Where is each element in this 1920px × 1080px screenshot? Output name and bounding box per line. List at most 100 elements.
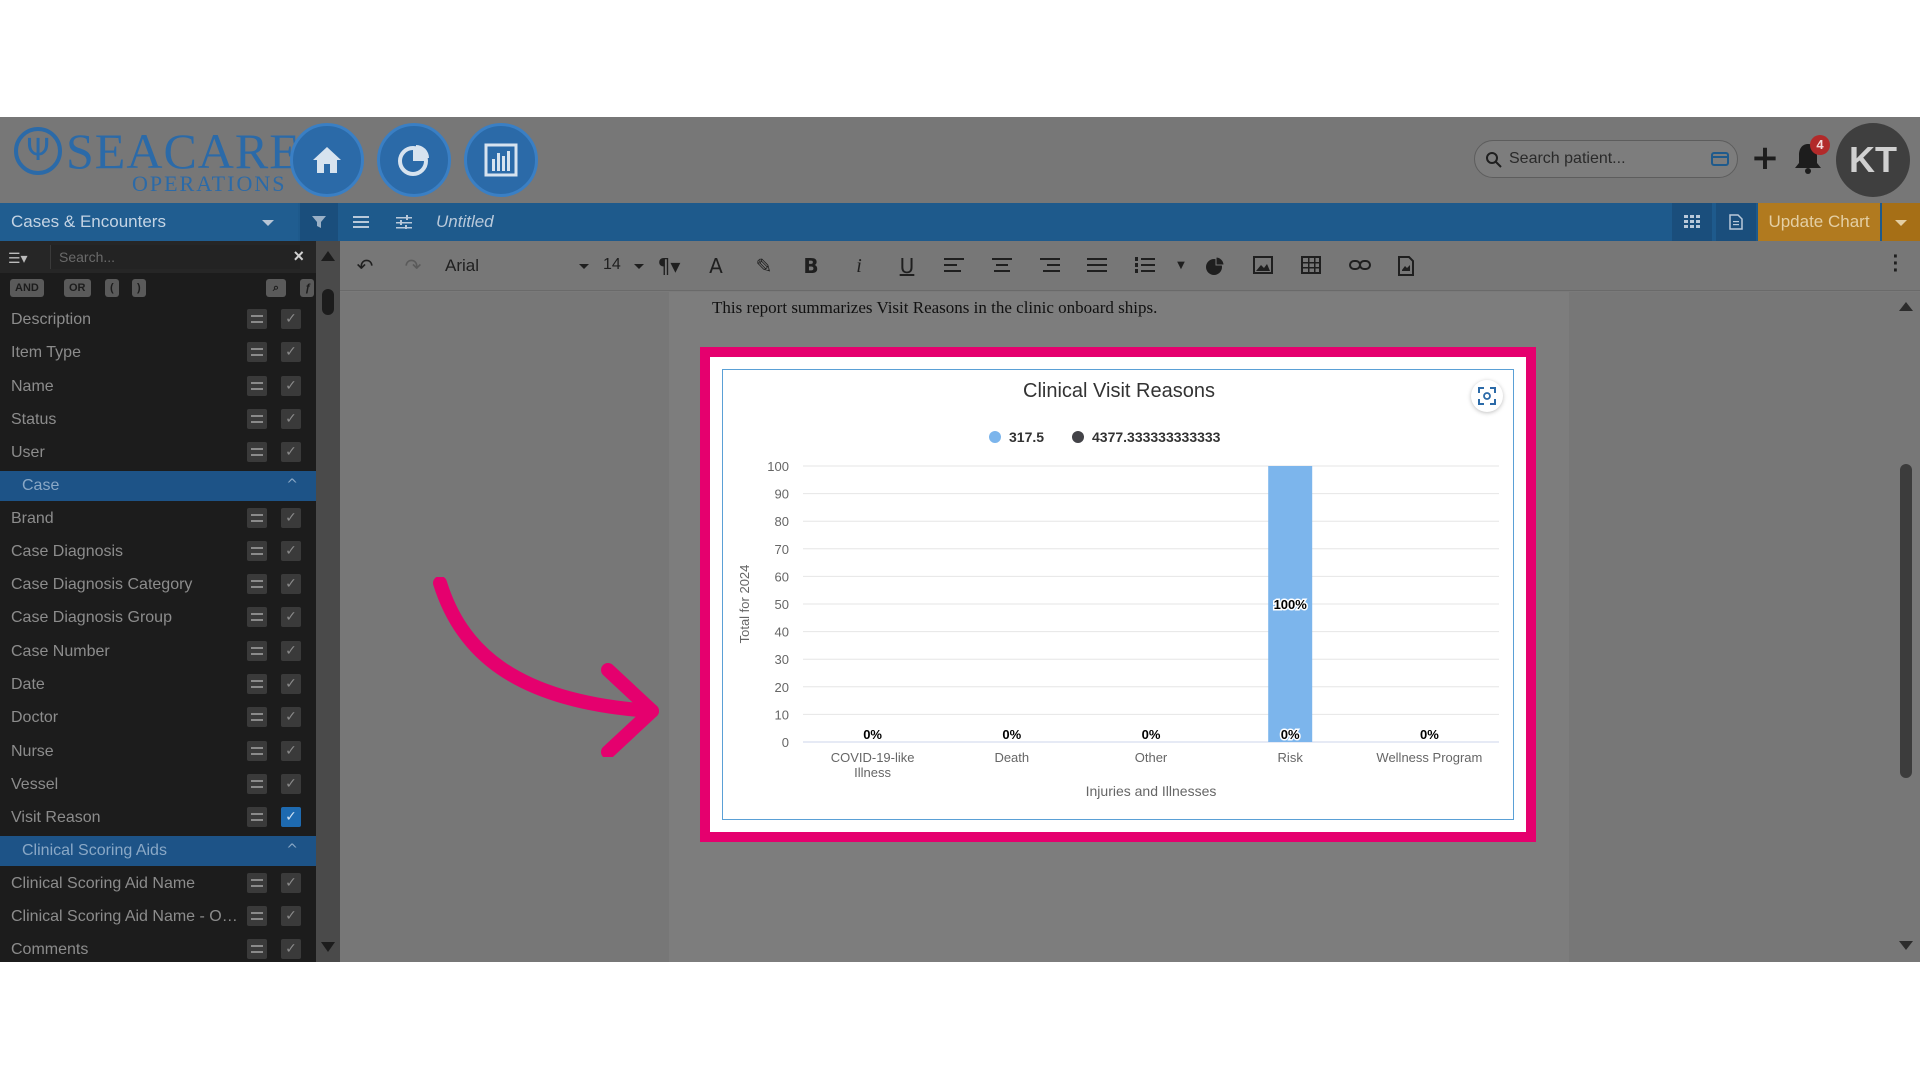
field-checkbox[interactable]: ✓ — [281, 640, 301, 661]
field-options-icon[interactable] — [247, 342, 267, 363]
align-justify-icon[interactable] — [1084, 254, 1110, 278]
dashboard-button[interactable] — [377, 123, 451, 197]
scroll-down-icon[interactable] — [1899, 941, 1913, 950]
table-icon[interactable] — [1298, 254, 1324, 278]
formula-icon[interactable]: ƒ — [300, 279, 314, 297]
and-operator[interactable]: AND — [10, 279, 44, 297]
sidebar-field-row[interactable]: Date ✓ — [0, 668, 316, 701]
field-options-icon[interactable] — [247, 540, 267, 561]
font-family-select[interactable]: Arial — [445, 256, 479, 276]
field-options-icon[interactable] — [247, 408, 267, 429]
field-options-icon[interactable] — [247, 707, 267, 728]
chart-insert-icon[interactable] — [1202, 254, 1228, 278]
chart-container[interactable]: Clinical Visit Reasons 317.5 4377.33333333… — [722, 369, 1514, 820]
field-checkbox[interactable]: ✓ — [281, 872, 301, 893]
sidebar-field-row[interactable]: Nurse ✓ — [0, 735, 316, 768]
align-left-icon[interactable] — [941, 254, 967, 278]
field-options-icon[interactable] — [247, 607, 267, 628]
menu-icon[interactable]: ☰▾ — [8, 250, 28, 267]
patient-search[interactable] — [1474, 140, 1738, 178]
chart-fullscreen-button[interactable] — [1471, 380, 1503, 412]
field-options-icon[interactable] — [247, 309, 267, 329]
sidebar-field-row[interactable]: Vessel ✓ — [0, 768, 316, 801]
update-chart-dropdown[interactable] — [1882, 203, 1920, 241]
field-checkbox[interactable]: ✓ — [281, 707, 301, 728]
document-title[interactable]: Untitled — [436, 203, 494, 241]
scroll-up-icon[interactable] — [321, 251, 335, 261]
undo-icon[interactable]: ↶ — [352, 254, 378, 278]
sidebar-field-row[interactable]: Case Diagnosis Category ✓ — [0, 568, 316, 601]
sidebar-field-row[interactable]: Doctor ✓ — [0, 701, 316, 734]
sidebar-group-header[interactable]: Case ^ — [0, 470, 316, 501]
seacare-logo[interactable]: Ψ SEACARE OPERATIONS — [14, 125, 300, 196]
search-icon[interactable]: ⌕ — [266, 279, 286, 297]
field-checkbox[interactable]: ✓ — [281, 939, 301, 960]
sidebar-field-row[interactable]: Item Type ✓ — [0, 336, 316, 369]
sidebar-field-row[interactable]: Clinical Scoring Aid Name - Ot... ✓ — [0, 900, 316, 933]
scrollbar-thumb[interactable] — [322, 289, 334, 315]
highlight-icon[interactable]: ✎ — [751, 254, 777, 278]
sidebar-field-row[interactable]: Status ✓ — [0, 403, 316, 436]
open-paren-operator[interactable]: ( — [105, 279, 119, 297]
font-size-select[interactable]: 14 — [603, 256, 621, 274]
field-search-input[interactable] — [50, 245, 300, 269]
scrollbar-thumb[interactable] — [1900, 464, 1912, 778]
sidebar-scrollbar[interactable] — [316, 241, 340, 962]
text-color-icon[interactable]: A — [703, 254, 729, 278]
field-checkbox[interactable]: ✓ — [281, 607, 301, 628]
field-options-icon[interactable] — [247, 640, 267, 661]
field-options-icon[interactable] — [247, 507, 267, 528]
sidebar-field-row[interactable]: Comments ✓ — [0, 933, 316, 962]
field-checkbox[interactable]: ✓ — [281, 740, 301, 761]
reports-button[interactable] — [464, 123, 538, 197]
field-checkbox[interactable]: ✓ — [281, 408, 301, 429]
sidebar-field-row[interactable]: Case Diagnosis ✓ — [0, 535, 316, 568]
field-options-icon[interactable] — [247, 442, 267, 463]
close-icon[interactable]: × — [293, 246, 304, 267]
list-view-button[interactable] — [341, 203, 381, 241]
redo-icon[interactable]: ↷ — [400, 254, 426, 278]
chevron-up-icon[interactable]: ^ — [286, 477, 298, 493]
sidebar-field-row[interactable]: User ✓ — [0, 436, 316, 469]
align-right-icon[interactable] — [1037, 254, 1063, 278]
numbered-list-icon[interactable] — [1132, 254, 1158, 278]
field-checkbox[interactable]: ✓ — [281, 507, 301, 528]
or-operator[interactable]: OR — [64, 279, 91, 297]
sidebar-field-row[interactable]: Visit Reason ✓ — [0, 801, 316, 834]
underline-icon[interactable]: U — [894, 254, 920, 278]
intro-paragraph[interactable]: This report summarizes Visit Reasons in … — [712, 298, 1157, 318]
canvas-scrollbar[interactable] — [1892, 292, 1920, 962]
update-chart-button[interactable]: Update Chart — [1758, 203, 1880, 241]
avatar[interactable]: KT — [1836, 123, 1910, 197]
field-options-icon[interactable] — [247, 807, 267, 828]
add-button[interactable]: + — [1750, 141, 1780, 175]
close-paren-operator[interactable]: ) — [132, 279, 146, 297]
italic-icon[interactable]: i — [846, 254, 872, 278]
scroll-down-icon[interactable] — [321, 942, 335, 952]
sidebar-field-row[interactable]: Name ✓ — [0, 370, 316, 403]
link-icon[interactable] — [1346, 254, 1372, 278]
sidebar-field-row[interactable]: Clinical Scoring Aid Name ✓ — [0, 867, 316, 900]
field-checkbox[interactable]: ✓ — [281, 309, 301, 329]
field-checkbox[interactable]: ✓ — [281, 674, 301, 694]
field-options-icon[interactable] — [247, 740, 267, 761]
field-options-icon[interactable] — [247, 773, 267, 794]
chevron-down-icon[interactable] — [579, 264, 589, 269]
align-center-icon[interactable] — [989, 254, 1015, 278]
field-options-icon[interactable] — [247, 574, 267, 595]
field-options-icon[interactable] — [247, 375, 267, 396]
export-document-icon[interactable] — [1394, 254, 1420, 278]
field-checkbox[interactable]: ✓ — [281, 807, 301, 828]
field-options-icon[interactable] — [247, 872, 267, 893]
image-icon[interactable] — [1250, 254, 1276, 278]
field-checkbox[interactable]: ✓ — [281, 905, 301, 926]
settings-button[interactable] — [384, 203, 424, 241]
paragraph-icon[interactable]: ¶▾ — [656, 254, 682, 278]
sidebar-field-row[interactable]: Brand ✓ — [0, 502, 316, 535]
patient-search-input[interactable] — [1509, 147, 1699, 171]
field-checkbox[interactable]: ✓ — [281, 342, 301, 363]
document-view-button[interactable] — [1716, 203, 1756, 241]
field-options-icon[interactable] — [247, 674, 267, 694]
filter-button[interactable] — [300, 203, 338, 241]
field-checkbox[interactable]: ✓ — [281, 540, 301, 561]
